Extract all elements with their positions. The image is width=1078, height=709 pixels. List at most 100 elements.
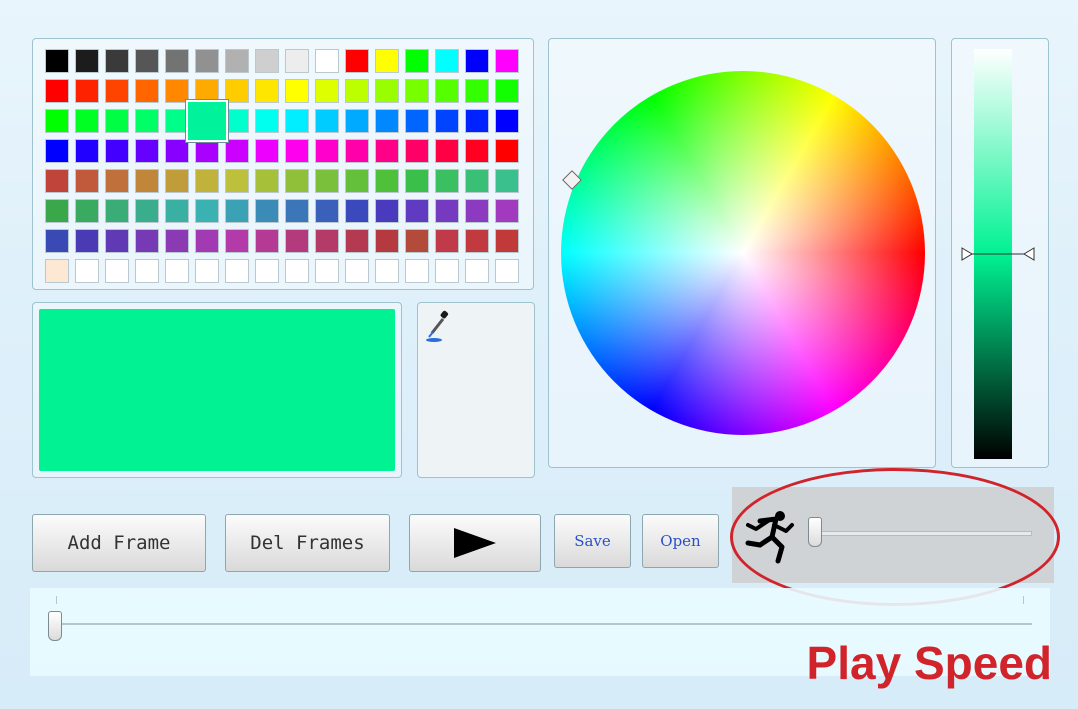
palette-swatch[interactable] (105, 199, 129, 223)
palette-swatch[interactable] (135, 199, 159, 223)
palette-swatch[interactable] (45, 109, 69, 133)
palette-swatch[interactable] (225, 139, 249, 163)
palette-swatch[interactable] (435, 259, 459, 283)
timeline-slider-thumb[interactable] (48, 611, 62, 641)
palette-swatch[interactable] (225, 49, 249, 73)
palette-swatch[interactable] (255, 109, 279, 133)
palette-swatch[interactable] (375, 49, 399, 73)
color-wheel[interactable] (561, 71, 925, 435)
palette-swatch[interactable] (285, 49, 309, 73)
palette-swatch[interactable] (495, 79, 519, 103)
palette-swatch[interactable] (105, 229, 129, 253)
palette-swatch[interactable] (285, 229, 309, 253)
palette-swatch[interactable] (315, 49, 339, 73)
palette-swatch[interactable] (255, 229, 279, 253)
palette-swatch[interactable] (435, 229, 459, 253)
palette-swatch[interactable] (315, 199, 339, 223)
palette-swatch[interactable] (435, 139, 459, 163)
palette-swatch[interactable] (135, 49, 159, 73)
del-frames-button[interactable]: Del Frames (225, 514, 390, 572)
palette-swatch[interactable] (465, 109, 489, 133)
palette-swatch[interactable] (105, 259, 129, 283)
palette-swatch[interactable] (405, 139, 429, 163)
palette-swatch[interactable] (45, 259, 69, 283)
palette-swatch[interactable] (195, 229, 219, 253)
palette-swatch[interactable] (45, 169, 69, 193)
palette-swatch[interactable] (165, 259, 189, 283)
palette-swatch[interactable] (285, 199, 309, 223)
palette-swatch[interactable] (315, 229, 339, 253)
palette-swatch[interactable] (345, 169, 369, 193)
palette-swatch[interactable] (195, 199, 219, 223)
palette-swatch[interactable] (285, 169, 309, 193)
palette-swatch[interactable] (75, 259, 99, 283)
palette-swatch[interactable] (225, 199, 249, 223)
brightness-slider-handle[interactable] (958, 247, 1038, 261)
palette-swatch[interactable] (75, 79, 99, 103)
palette-swatch[interactable] (495, 139, 519, 163)
palette-swatch[interactable] (135, 109, 159, 133)
palette-swatch[interactable] (195, 49, 219, 73)
palette-swatch[interactable] (105, 109, 129, 133)
open-button[interactable]: Open (642, 514, 719, 568)
palette-swatch[interactable] (75, 109, 99, 133)
palette-swatch[interactable] (465, 49, 489, 73)
palette-swatch[interactable] (495, 199, 519, 223)
palette-swatch[interactable] (375, 169, 399, 193)
palette-swatch[interactable] (285, 79, 309, 103)
save-button[interactable]: Save (554, 514, 631, 568)
palette-swatch[interactable] (315, 259, 339, 283)
palette-swatch[interactable] (105, 169, 129, 193)
palette-swatch[interactable] (165, 49, 189, 73)
palette-swatch[interactable] (285, 109, 309, 133)
palette-swatch[interactable] (435, 49, 459, 73)
palette-swatch[interactable] (195, 139, 219, 163)
palette-swatch[interactable] (75, 199, 99, 223)
palette-swatch[interactable] (225, 79, 249, 103)
palette-swatch[interactable] (135, 259, 159, 283)
palette-swatch[interactable] (495, 49, 519, 73)
palette-swatch[interactable] (375, 109, 399, 133)
palette-swatch[interactable] (405, 79, 429, 103)
palette-swatch[interactable] (315, 79, 339, 103)
palette-swatch[interactable] (405, 259, 429, 283)
palette-swatch[interactable] (45, 199, 69, 223)
palette-swatch[interactable] (465, 139, 489, 163)
palette-swatch-selected[interactable] (186, 100, 228, 142)
timeline-slider-track[interactable] (52, 623, 1032, 625)
palette-swatch[interactable] (345, 109, 369, 133)
palette-swatch[interactable] (285, 139, 309, 163)
add-frame-button[interactable]: Add Frame (32, 514, 206, 572)
palette-swatch[interactable] (195, 169, 219, 193)
palette-swatch[interactable] (345, 229, 369, 253)
palette-swatch[interactable] (495, 259, 519, 283)
palette-swatch[interactable] (405, 169, 429, 193)
palette-swatch[interactable] (255, 79, 279, 103)
palette-swatch[interactable] (315, 169, 339, 193)
palette-swatch[interactable] (45, 79, 69, 103)
palette-swatch[interactable] (345, 139, 369, 163)
palette-swatch[interactable] (75, 49, 99, 73)
palette-swatch[interactable] (135, 169, 159, 193)
palette-swatch[interactable] (135, 79, 159, 103)
palette-swatch[interactable] (405, 199, 429, 223)
palette-swatch[interactable] (105, 49, 129, 73)
palette-swatch[interactable] (465, 79, 489, 103)
palette-swatch[interactable] (345, 199, 369, 223)
palette-swatch[interactable] (225, 259, 249, 283)
palette-swatch[interactable] (405, 229, 429, 253)
palette-swatch[interactable] (195, 259, 219, 283)
palette-swatch[interactable] (345, 49, 369, 73)
palette-swatch[interactable] (135, 139, 159, 163)
palette-swatch[interactable] (255, 49, 279, 73)
palette-swatch[interactable] (405, 109, 429, 133)
palette-swatch[interactable] (375, 199, 399, 223)
palette-swatch[interactable] (285, 259, 309, 283)
palette-swatch[interactable] (165, 229, 189, 253)
palette-swatch[interactable] (75, 169, 99, 193)
eyedropper-icon[interactable] (426, 309, 450, 343)
eyedropper-panel[interactable] (417, 302, 535, 478)
play-button[interactable] (409, 514, 541, 572)
palette-swatch[interactable] (495, 109, 519, 133)
palette-swatch[interactable] (225, 169, 249, 193)
